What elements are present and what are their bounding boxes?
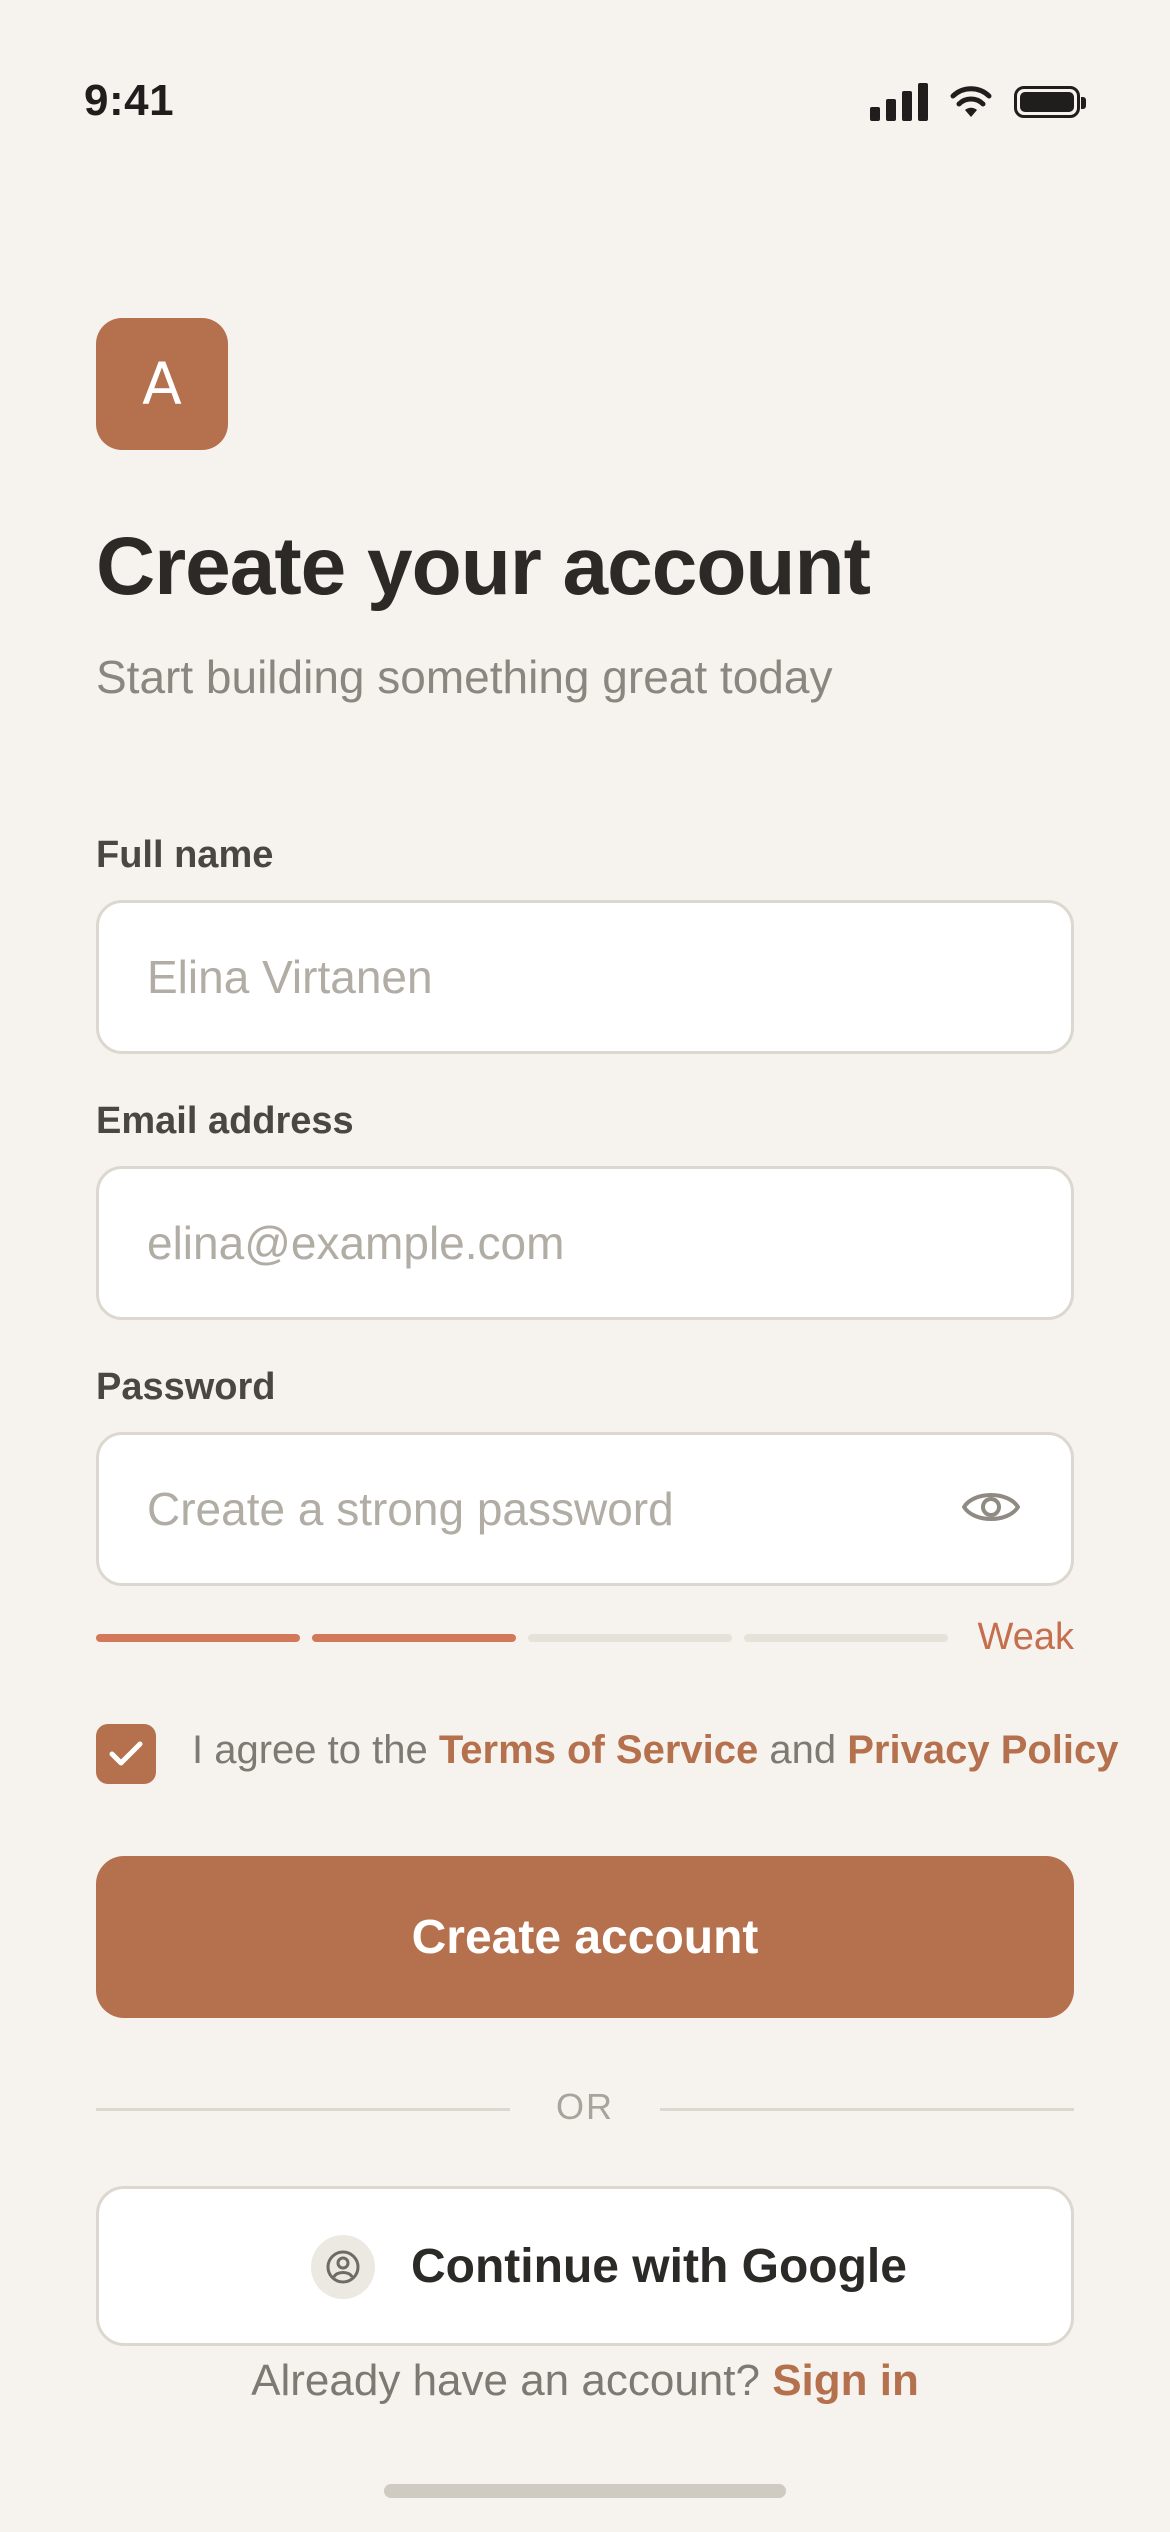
status-bar-icons (870, 80, 1086, 124)
full-name-input[interactable] (147, 903, 967, 1051)
battery-icon (1014, 86, 1086, 118)
strength-segment (312, 1634, 516, 1642)
page-title: Create your account (96, 521, 871, 612)
password-field-container (96, 1432, 1074, 1586)
agree-prefix: I agree to the (192, 1728, 439, 1772)
eye-icon[interactable] (961, 1485, 1021, 1529)
sign-in-prompt-text: Already have an account? (251, 2356, 773, 2405)
strength-segment (744, 1634, 948, 1642)
full-name-label: Full name (96, 834, 274, 876)
wifi-icon (950, 86, 992, 117)
email-input[interactable] (147, 1169, 967, 1317)
create-account-button[interactable]: Create account (96, 1856, 1074, 2018)
status-bar-time: 9:41 (84, 76, 175, 125)
sign-in-prompt: Already have an account? Sign in (0, 2356, 1170, 2406)
sign-in-link[interactable]: Sign in (772, 2356, 919, 2405)
strength-segment (528, 1634, 732, 1642)
cellular-signal-icon (870, 83, 928, 121)
password-input[interactable] (147, 1435, 967, 1583)
user-circle-icon (311, 2235, 375, 2299)
page-subtitle: Start building something great today (96, 651, 833, 703)
password-strength-meter (96, 1634, 948, 1642)
continue-with-google-button[interactable]: Continue with Google (96, 2186, 1074, 2346)
terms-of-service-link[interactable]: Terms of Service (439, 1728, 758, 1772)
checkmark-icon (109, 1741, 143, 1766)
email-label: Email address (96, 1100, 354, 1142)
home-indicator (384, 2484, 786, 2498)
email-field-container (96, 1166, 1074, 1320)
privacy-policy-link[interactable]: Privacy Policy (847, 1728, 1118, 1772)
divider-line-right (660, 2108, 1074, 2111)
divider-or-label: OR (556, 2086, 614, 2127)
agree-checkbox[interactable] (96, 1724, 156, 1784)
agree-text: I agree to the Terms of Service and Priv… (192, 1728, 1119, 1773)
app-logo: A (96, 318, 228, 450)
google-button-label: Continue with Google (411, 2240, 907, 2293)
strength-segment (96, 1634, 300, 1642)
password-strength-label: Weak (977, 1616, 1074, 1658)
full-name-field-container (96, 900, 1074, 1054)
password-label: Password (96, 1366, 276, 1408)
logo-letter: A (142, 350, 182, 418)
agree-middle: and (758, 1728, 848, 1772)
